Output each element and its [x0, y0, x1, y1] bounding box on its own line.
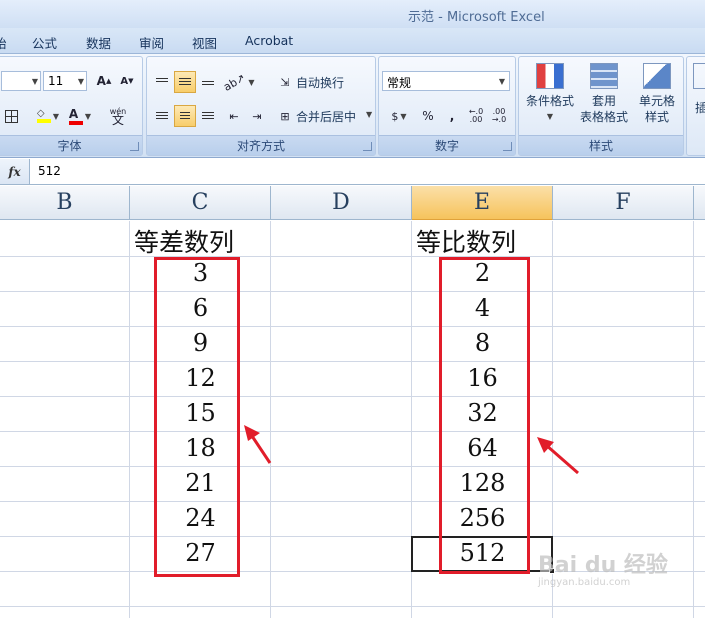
alignment-group: ab↗ ▼ ⇲ 自动换行 ⇤ ⇥ ⊞ 合并后居中 ▼ 对齐方式	[146, 56, 376, 156]
tab-formulas[interactable]: 公式	[32, 33, 57, 52]
tab-home[interactable]: 始	[0, 33, 7, 52]
font-size-dropdown[interactable]: 11 ▼	[43, 71, 87, 91]
align-bottom-icon[interactable]	[197, 71, 219, 93]
arrow-annotation-left	[244, 425, 272, 464]
align-middle-icon[interactable]	[174, 71, 196, 93]
cell-styles-line2: 样式	[644, 110, 669, 124]
insert-icon	[693, 63, 705, 89]
column-header-e[interactable]: E	[412, 186, 553, 220]
column-header-f[interactable]: F	[553, 186, 694, 220]
format-as-table-line2: 表格格式	[579, 110, 628, 124]
borders-icon[interactable]	[0, 105, 23, 127]
decrease-indent-icon[interactable]: ⇤	[223, 105, 245, 127]
highlight-box-geometric	[439, 257, 530, 574]
cell-styles-icon	[643, 63, 671, 89]
orientation-icon[interactable]: ab↗ ▼	[222, 71, 255, 94]
insert-function-icon[interactable]: fx	[0, 159, 30, 184]
ribbon-tabs: 始 公式 数据 审阅 视图 Acrobat	[0, 28, 705, 54]
column-header-b[interactable]: B	[0, 186, 130, 220]
styles-group: 条件格式 ▼ 套用 表格格式 单元格 样式 样式	[518, 56, 684, 156]
cells-group: 插	[686, 56, 705, 156]
increase-decimal-icon[interactable]: ←.0.00	[465, 105, 487, 127]
formula-bar: fx 512	[0, 159, 705, 185]
merge-center-icon[interactable]: ⊞	[277, 105, 293, 127]
cell-styles-button[interactable]: 单元格 样式	[631, 63, 683, 125]
comma-button[interactable]: ,	[441, 105, 463, 127]
percent-button[interactable]: %	[417, 105, 439, 127]
align-top-icon[interactable]	[151, 71, 173, 93]
tab-review[interactable]: 审阅	[139, 33, 164, 52]
highlight-box-arithmetic	[154, 257, 240, 577]
accounting-format-icon[interactable]: $ ▼	[383, 105, 415, 127]
merge-center-label[interactable]: 合并后居中	[296, 108, 356, 125]
format-as-table-line1: 套用	[591, 94, 616, 108]
font-color-icon[interactable]: A ▼	[65, 105, 95, 127]
tab-data[interactable]: 数据	[86, 33, 111, 52]
font-dialog-launcher-icon[interactable]	[130, 142, 139, 151]
conditional-format-label: 条件格式	[525, 94, 574, 108]
formula-value[interactable]: 512	[38, 164, 61, 178]
arithmetic-header-cell[interactable]: 等差数列	[130, 223, 250, 259]
conditional-format-icon	[536, 63, 564, 89]
ribbon: ▼ 11 ▼ A ▲ A ▼ ◇ ▼ A ▼ wén 文 字体 ab↗ ▼ ⇲ …	[0, 54, 705, 158]
align-left-icon[interactable]	[151, 105, 173, 127]
column-header-c[interactable]: C	[130, 186, 271, 220]
conditional-format-button[interactable]: 条件格式 ▼	[523, 63, 577, 125]
font-size-value: 11	[48, 74, 64, 88]
cell-styles-line1: 单元格	[638, 94, 675, 108]
font-group: ▼ 11 ▼ A ▲ A ▼ ◇ ▼ A ▼ wén 文 字体	[0, 56, 143, 156]
baidu-watermark: Bai du 经验 jingyan.baidu.com	[538, 553, 668, 588]
alignment-group-label: 对齐方式	[147, 135, 375, 155]
geometric-header-cell[interactable]: 等比数列	[412, 223, 532, 259]
increase-indent-icon[interactable]: ⇥	[246, 105, 268, 127]
tab-acrobat[interactable]: Acrobat	[245, 33, 293, 48]
phonetic-icon[interactable]: wén 文	[101, 103, 135, 129]
align-center-icon[interactable]	[174, 105, 196, 127]
tab-view[interactable]: 视图	[192, 33, 217, 52]
shrink-font-button[interactable]: A ▼	[116, 70, 138, 92]
number-format-value: 常规	[387, 76, 412, 90]
insert-partial-label[interactable]: 插	[695, 99, 705, 116]
align-right-icon[interactable]	[197, 105, 219, 127]
alignment-dialog-launcher-icon[interactable]	[363, 142, 372, 151]
number-group: 常规 ▼ $ ▼ % , ←.0.00 .00 →.0 数字	[378, 56, 516, 156]
format-as-table-icon	[590, 63, 618, 89]
column-header-d[interactable]: D	[271, 186, 412, 220]
wrap-text-label[interactable]: 自动换行	[296, 74, 344, 91]
format-as-table-button[interactable]: 套用 表格格式	[577, 63, 631, 125]
number-group-label: 数字	[379, 135, 515, 155]
column-header-g[interactable]	[694, 186, 705, 220]
styles-group-label: 样式	[519, 135, 683, 155]
number-format-dropdown[interactable]: 常规 ▼	[382, 71, 510, 91]
window-title: 示范 - Microsoft Excel	[408, 10, 545, 25]
font-name-dropdown[interactable]: ▼	[1, 71, 41, 91]
number-dialog-launcher-icon[interactable]	[503, 142, 512, 151]
font-group-label: 字体	[0, 135, 142, 155]
grow-font-button[interactable]: A ▲	[93, 70, 115, 92]
title-bar: 示范 - Microsoft Excel	[0, 0, 705, 28]
fill-color-icon[interactable]: ◇ ▼	[33, 105, 63, 127]
wrap-text-icon[interactable]: ⇲	[277, 71, 293, 93]
arrow-annotation-right	[537, 437, 579, 475]
decrease-decimal-icon[interactable]: .00 →.0	[488, 105, 510, 127]
